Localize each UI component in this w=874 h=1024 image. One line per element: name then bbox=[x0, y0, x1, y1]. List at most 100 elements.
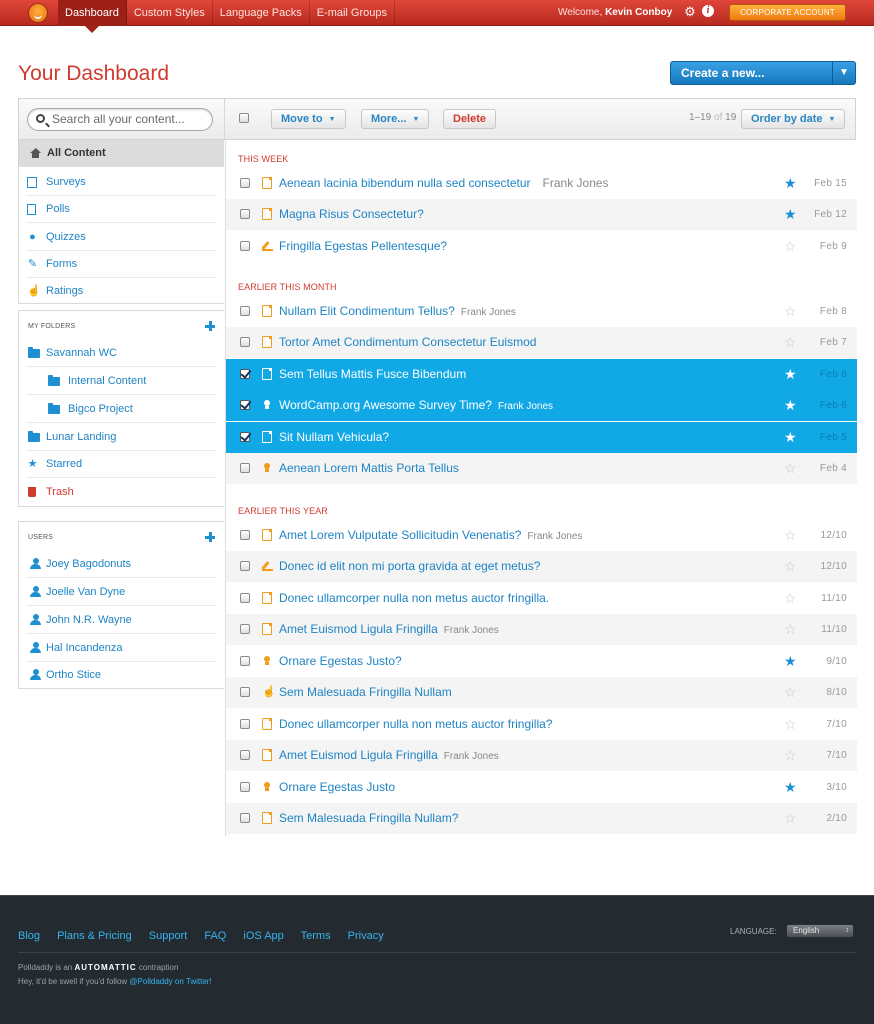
row-checkbox[interactable] bbox=[240, 337, 250, 347]
row-title-link[interactable]: Donec ullamcorper nulla non metus auctor… bbox=[279, 709, 552, 740]
content-row[interactable]: WordCamp.org Awesome Survey Time? Frank J… bbox=[226, 390, 857, 421]
row-checkbox[interactable] bbox=[240, 782, 250, 792]
sidebar-user[interactable]: John N.R. Wayne bbox=[27, 607, 216, 634]
sidebar-item-trash[interactable]: Trash bbox=[27, 479, 216, 506]
info-icon[interactable]: i bbox=[702, 5, 716, 19]
content-row[interactable]: Amet Euismod Ligula Fringilla Frank Jones… bbox=[226, 614, 857, 645]
sidebar-item-forms[interactable]: ✎ Forms bbox=[27, 251, 216, 278]
row-title-link[interactable]: Amet Lorem Vulputate Sollicitudin Venena… bbox=[279, 520, 582, 552]
star-icon[interactable]: ☆ bbox=[784, 803, 797, 834]
move-to-button[interactable]: Move to ▼ bbox=[271, 109, 346, 129]
row-title-link[interactable]: Fringilla Egestas Pellentesque? bbox=[279, 231, 447, 262]
content-row[interactable]: Aenean Lorem Mattis Porta Tellus ☆ Feb 4 bbox=[226, 453, 857, 484]
star-icon[interactable]: ☆ bbox=[784, 327, 797, 358]
search-input[interactable]: Search all your content... bbox=[27, 108, 213, 131]
content-row[interactable]: Sem Tellus Mattis Fusce Bibendum ★ Feb 6 bbox=[226, 359, 857, 390]
content-row[interactable]: Sem Malesuada Fringilla Nullam? ☆ 2/10 bbox=[226, 803, 857, 834]
nav-custom-styles[interactable]: Custom Styles bbox=[127, 0, 213, 26]
footer-link-blog[interactable]: Blog bbox=[18, 930, 40, 942]
row-checkbox[interactable] bbox=[240, 561, 250, 571]
language-select[interactable]: English ↕ bbox=[786, 924, 854, 938]
row-checkbox[interactable] bbox=[240, 400, 250, 410]
delete-button[interactable]: Delete bbox=[443, 109, 497, 129]
sidebar-item-quizzes[interactable]: ● Quizzes bbox=[27, 224, 216, 251]
nav-dashboard[interactable]: Dashboard bbox=[58, 0, 127, 33]
star-icon[interactable]: ★ bbox=[784, 390, 797, 421]
row-title-link[interactable]: Amet Euismod Ligula Fringilla Frank Jones bbox=[279, 740, 499, 772]
star-icon[interactable]: ☆ bbox=[784, 551, 797, 582]
row-checkbox[interactable] bbox=[240, 593, 250, 603]
content-row[interactable]: Tortor Amet Condimentum Consectetur Euis… bbox=[226, 327, 857, 358]
row-checkbox[interactable] bbox=[240, 750, 250, 760]
star-icon[interactable]: ☆ bbox=[784, 231, 797, 262]
automattic-logo[interactable]: AUTOMATTIC bbox=[75, 963, 137, 972]
order-by-date-button[interactable]: Order by date ▼ bbox=[741, 109, 846, 129]
sidebar-item-ratings[interactable]: ☝ Ratings bbox=[27, 278, 216, 305]
content-row[interactable]: Donec id elit non mi porta gravida at eg… bbox=[226, 551, 857, 582]
row-title-link[interactable]: Sem Malesuada Fringilla Nullam? bbox=[279, 803, 458, 834]
create-new-button[interactable]: Create a new... ▼ bbox=[670, 61, 856, 85]
content-row[interactable]: Nullam Elit Condimentum Tellus? Frank Jon… bbox=[226, 296, 857, 327]
row-checkbox[interactable] bbox=[240, 241, 250, 251]
add-folder-plus-icon[interactable] bbox=[205, 321, 215, 331]
row-checkbox[interactable] bbox=[240, 687, 250, 697]
star-icon[interactable]: ☆ bbox=[784, 583, 797, 614]
sidebar-folder-bigco-project[interactable]: Bigco Project bbox=[27, 396, 216, 423]
row-title-link[interactable]: Nullam Elit Condimentum Tellus? Frank Jon… bbox=[279, 296, 516, 328]
content-row[interactable]: Donec ullamcorper nulla non metus auctor… bbox=[226, 583, 857, 614]
star-icon[interactable]: ☆ bbox=[784, 677, 797, 708]
star-icon[interactable]: ☆ bbox=[784, 520, 797, 551]
star-icon[interactable]: ★ bbox=[784, 422, 797, 453]
sidebar-item-starred[interactable]: ★ Starred bbox=[27, 451, 216, 478]
content-row[interactable]: Magna Risus Consectetur? ★ Feb 12 bbox=[226, 199, 857, 230]
sidebar-folder-internal-content[interactable]: Internal Content bbox=[27, 368, 216, 395]
row-title-link[interactable]: WordCamp.org Awesome Survey Time? Frank J… bbox=[279, 390, 553, 422]
row-title-link[interactable]: Aenean Lorem Mattis Porta Tellus bbox=[279, 453, 459, 484]
row-title-link[interactable]: Aenean lacinia bibendum nulla sed consec… bbox=[279, 168, 609, 199]
star-icon[interactable]: ★ bbox=[784, 646, 797, 677]
footer-link-faq[interactable]: FAQ bbox=[204, 930, 226, 942]
more-button[interactable]: More... ▼ bbox=[361, 109, 430, 129]
footer-link-terms[interactable]: Terms bbox=[301, 930, 331, 942]
row-title-link[interactable]: Ornare Egestas Justo bbox=[279, 772, 395, 803]
row-checkbox[interactable] bbox=[240, 178, 250, 188]
nav-email-groups[interactable]: E-mail Groups bbox=[310, 0, 395, 26]
gear-icon[interactable]: ⚙ bbox=[683, 5, 697, 19]
sidebar-user[interactable]: Joelle Van Dyne bbox=[27, 579, 216, 606]
row-checkbox[interactable] bbox=[240, 719, 250, 729]
row-checkbox[interactable] bbox=[240, 432, 250, 442]
footer-link-ios-app[interactable]: iOS App bbox=[243, 930, 283, 942]
row-checkbox[interactable] bbox=[240, 463, 250, 473]
content-row[interactable]: Aenean lacinia bibendum nulla sed consec… bbox=[226, 168, 857, 199]
row-title-link[interactable]: Sit Nullam Vehicula? bbox=[279, 422, 389, 453]
footer-link-support[interactable]: Support bbox=[149, 930, 188, 942]
nav-language-packs[interactable]: Language Packs bbox=[213, 0, 310, 26]
select-all-checkbox[interactable] bbox=[239, 113, 249, 123]
content-row[interactable]: Ornare Egestas Justo ★ 3/10 bbox=[226, 772, 857, 803]
row-checkbox[interactable] bbox=[240, 624, 250, 634]
row-title-link[interactable]: Donec id elit non mi porta gravida at eg… bbox=[279, 551, 540, 582]
content-row[interactable]: Ornare Egestas Justo? ★ 9/10 bbox=[226, 646, 857, 677]
star-icon[interactable]: ☆ bbox=[784, 296, 797, 327]
account-user-name[interactable]: Kevin Conboy bbox=[605, 7, 672, 18]
star-icon[interactable]: ★ bbox=[784, 168, 797, 199]
row-title-link[interactable]: Sem Malesuada Fringilla Nullam bbox=[279, 677, 452, 708]
footer-link-plans[interactable]: Plans & Pricing bbox=[57, 930, 132, 942]
sidebar-item-surveys[interactable]: Surveys bbox=[27, 169, 216, 196]
row-title-link[interactable]: Amet Euismod Ligula Fringilla Frank Jones bbox=[279, 614, 499, 646]
row-title-link[interactable]: Sem Tellus Mattis Fusce Bibendum bbox=[279, 359, 466, 390]
sidebar-item-all-content[interactable]: All Content bbox=[18, 140, 224, 167]
content-row[interactable]: Donec ullamcorper nulla non metus auctor… bbox=[226, 709, 857, 740]
row-title-link[interactable]: Magna Risus Consectetur? bbox=[279, 199, 424, 230]
sidebar-folder-lunar-landing[interactable]: Lunar Landing bbox=[27, 424, 216, 451]
star-icon[interactable]: ☆ bbox=[784, 709, 797, 740]
star-icon[interactable]: ★ bbox=[784, 359, 797, 390]
sidebar-item-polls[interactable]: Polls bbox=[27, 196, 216, 223]
row-title-link[interactable]: Donec ullamcorper nulla non metus auctor… bbox=[279, 583, 549, 614]
star-icon[interactable]: ☆ bbox=[784, 740, 797, 771]
star-icon[interactable]: ★ bbox=[784, 199, 797, 230]
star-icon[interactable]: ☆ bbox=[784, 614, 797, 645]
row-checkbox[interactable] bbox=[240, 209, 250, 219]
content-row[interactable]: Amet Euismod Ligula Fringilla Frank Jones… bbox=[226, 740, 857, 771]
polldaddy-logo-icon[interactable] bbox=[28, 3, 48, 23]
